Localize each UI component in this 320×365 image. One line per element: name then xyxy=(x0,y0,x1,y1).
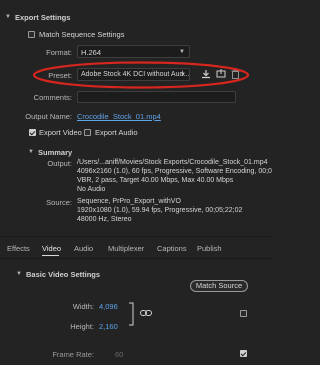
summary-output-label: Output: xyxy=(47,159,72,168)
summary-output-line: 4096x2160 (1.0), 60 fps, Progressive, So… xyxy=(77,168,272,175)
divider xyxy=(0,258,274,259)
aspect-bracket xyxy=(129,302,134,326)
summary-output-line: /Users/...aniff/Movies/Stock Exports/Cro… xyxy=(77,159,268,166)
summary-output-line: VBR, 2 pass, Target 40.00 Mbps, Max 40.0… xyxy=(77,177,234,184)
export-video-label: Export Video xyxy=(39,128,82,137)
match-source-label: Match Source xyxy=(195,281,243,290)
width-value[interactable]: 4,096 xyxy=(99,302,118,311)
frame-rate-checkbox[interactable] xyxy=(240,350,247,357)
basic-video-title: Basic Video Settings xyxy=(26,270,101,279)
summary-source-label: Source: xyxy=(46,198,72,207)
comments-input[interactable] xyxy=(77,91,236,103)
match-source-button[interactable]: Match Source xyxy=(190,280,248,292)
frame-rate-label: Frame Rate: xyxy=(52,350,94,359)
comments-label: Comments: xyxy=(33,93,72,102)
format-dropdown[interactable]: H.264 ▼ xyxy=(77,45,190,58)
match-sequence-label: Match Sequence Settings xyxy=(39,30,125,39)
basic-video-triangle-icon[interactable]: ▼ xyxy=(16,271,22,277)
width-label: Width: xyxy=(72,302,94,311)
tab-video[interactable]: Video xyxy=(42,244,61,253)
tab-publish[interactable]: Publish xyxy=(197,244,222,253)
summary-triangle-icon[interactable]: ▼ xyxy=(28,149,34,155)
tab-audio[interactable]: Audio xyxy=(74,244,93,253)
format-value: H.264 xyxy=(81,48,102,57)
divider xyxy=(0,236,274,237)
dimension-override-checkbox[interactable] xyxy=(240,310,247,317)
export-audio-label: Export Audio xyxy=(95,128,138,137)
summary-output-line: No Audio xyxy=(77,186,106,193)
output-name-label: Output Name: xyxy=(25,112,72,121)
collapse-triangle-icon[interactable]: ▼ xyxy=(5,14,11,20)
output-name-link[interactable]: Crocodile_Stock_01.mp4 xyxy=(77,112,161,121)
summary-source-line: 1920x1080 (1.0), 59.94 fps, Progressive,… xyxy=(77,207,243,214)
height-label: Height: xyxy=(70,322,94,331)
summary-source-line: 48000 Hz, Stereo xyxy=(77,216,132,223)
frame-rate-value: 60 xyxy=(115,350,124,359)
chevron-down-icon: ▼ xyxy=(179,49,185,55)
tab-multiplexer[interactable]: Multiplexer xyxy=(108,244,144,253)
summary-title: Summary xyxy=(38,148,73,157)
highlight-ellipse xyxy=(32,61,250,89)
summary-source-line: Sequence, PrPro_Export_withVO xyxy=(77,198,181,205)
active-tab-underline xyxy=(42,255,59,256)
format-label: Format: xyxy=(46,48,72,57)
height-value[interactable]: 2,160 xyxy=(99,322,118,331)
export-audio-checkbox[interactable] xyxy=(84,129,91,136)
link-icon[interactable] xyxy=(140,309,152,317)
export-settings-title: Export Settings xyxy=(15,13,71,22)
tab-captions[interactable]: Captions xyxy=(157,244,187,253)
tab-effects[interactable]: Effects xyxy=(7,244,30,253)
export-video-checkbox[interactable] xyxy=(29,129,36,136)
match-sequence-checkbox[interactable] xyxy=(28,31,35,38)
